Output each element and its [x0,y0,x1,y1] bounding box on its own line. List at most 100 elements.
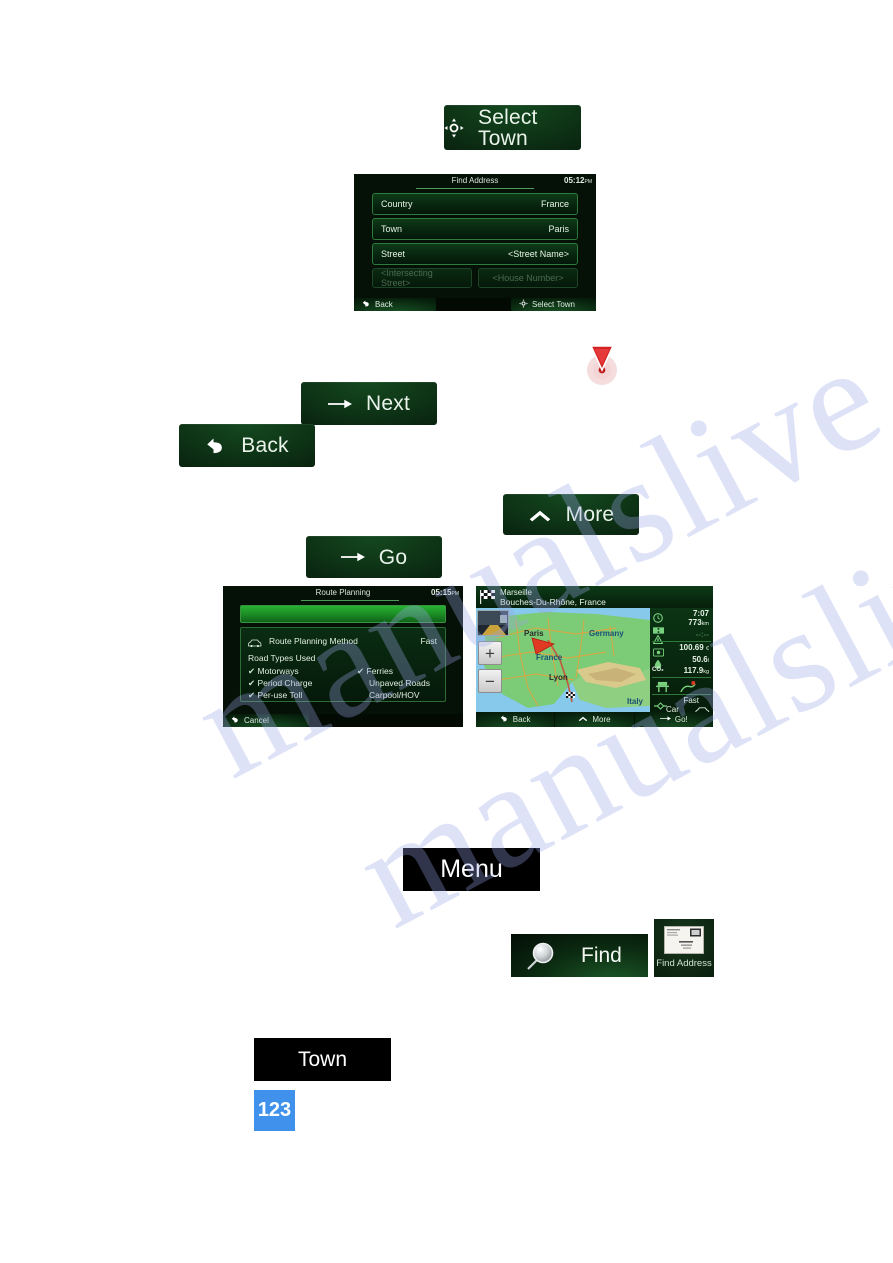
title-rule [416,188,534,189]
row-town-value: Paris [548,224,569,234]
page-number-value: 123 [257,1099,292,1121]
stat-fuel: 50.6l [692,655,709,664]
arrow-right-icon [340,550,365,564]
route-planning-bottom-bar: Cancel [223,714,463,727]
find-address-tile-button[interactable]: Find Address [654,919,714,977]
stat-cost-value: 100.69 [679,643,704,652]
car-icon [247,635,262,653]
page-number: 123 [254,1090,295,1131]
road-type-label: Unpaved Roads [369,678,430,688]
town-label: Town [297,1047,348,1071]
check-icon: ✔ [248,678,256,688]
route-options-panel: Route Planning Method Fast Road Types Us… [240,627,446,702]
magnifier-icon [523,939,557,973]
stat-eta-value: --:-- [695,630,709,639]
find-label: Find [581,943,622,967]
row-street-value: <Street Name> [507,249,569,259]
stat-co2-unit: kg [703,669,709,675]
road-type-item[interactable]: Unpaved Roads [369,678,430,688]
co2-icon-label: CO₂ [652,667,664,673]
red-pin-marker [578,338,626,386]
clock: 05:15PM [431,588,459,597]
road-type-item[interactable]: ✔ Motorways [248,666,299,677]
row-country[interactable]: Country France [372,193,578,215]
title-rule [301,600,399,601]
svg-text:Italy: Italy [627,697,644,706]
zoom-out-button[interactable]: − [478,669,502,693]
road-type-item[interactable]: ✔ Ferries [357,666,393,677]
row-town[interactable]: Town Paris [372,218,578,240]
more-label: More [565,503,615,526]
stat-time: 7:07 [693,609,709,618]
find-address-bottom-bar: Back Select Town [354,298,596,311]
town-button[interactable]: Town [254,1038,391,1081]
go-label: Go! [674,715,688,724]
stat-fuel-value: 50.6 [692,655,708,664]
arrow-back-icon [231,715,240,726]
find-address-screen[interactable]: Find Address 05:12PM Country France Town… [354,174,596,311]
row-house-number: <House Number> [478,268,578,288]
road-type-item[interactable]: Carpool/HOV [369,690,420,700]
row-intersecting-street-value: <Intersecting Street> [381,268,433,288]
crosshair-icon [444,117,464,138]
clock-time: 05:15 [431,588,452,597]
go-button[interactable]: Go! [634,712,713,727]
clock-suffix: PM [451,591,460,597]
back-button[interactable]: Back [476,712,556,727]
road-type-label: Per-use Toll [257,690,303,700]
chevron-up-icon [578,715,588,724]
screen-title: Find Address [451,176,499,185]
clock-suffix: PM [584,179,593,185]
more-label: More [592,715,611,724]
row-intersecting-street: <Intersecting Street> [372,268,472,288]
road-type-item[interactable]: ✔ Per-use Toll [248,690,302,701]
checkered-flag-icon [480,590,496,609]
more-button[interactable]: More [555,712,635,727]
next-button[interactable]: Next [301,382,437,425]
back-label: Back [241,434,289,457]
route-planning-screen[interactable]: Route Planning 05:15PM Route Planning Me… [223,586,463,727]
find-button[interactable]: Find [511,934,648,977]
go-button[interactable]: Go [306,536,442,578]
stat-cost-unit: € [705,646,709,652]
select-town-label: Select Town [478,105,538,150]
arrow-right-icon [328,397,352,411]
stat-time-value: 7:07 [692,609,709,618]
menu-label: Menu [440,855,503,883]
check-icon: ✔ [248,666,256,676]
select-town-button[interactable]: Select Town [444,105,581,150]
svg-text:Paris: Paris [524,629,544,638]
route-planning-method-value[interactable]: Fast [420,636,437,646]
next-label: Next [366,392,410,415]
route-planning-method-label[interactable]: Route Planning Method [269,636,358,646]
cancel-button[interactable]: Cancel [223,714,309,727]
stat-eta: --:-- [696,630,709,639]
back-button[interactable]: Back [179,424,315,467]
back-label: Back [512,715,531,724]
zoom-in-button[interactable]: + [478,641,502,665]
arrow-right-icon [659,715,671,724]
menu-button[interactable]: Menu [403,848,540,891]
destination-region: Bouches-Du-Rhône, France [500,597,606,607]
divider [652,641,711,642]
poi-icon[interactable] [656,680,669,698]
more-button[interactable]: More [503,494,639,535]
select-town-button[interactable]: Select Town [511,298,596,311]
road-type-item[interactable]: ✔ Period Charge [248,678,312,689]
svg-text:France: France [536,653,563,662]
find-address-tile-label: Find Address [656,958,712,969]
map-view-toggle[interactable] [477,610,509,636]
row-country-label: Country [381,199,413,209]
check-icon: ✔ [357,666,365,676]
svg-text:Germany: Germany [589,629,624,638]
route-summary-screen[interactable]: Marseille Bouches-Du-Rhône, France Paris… [476,586,713,727]
row-street[interactable]: Street <Street Name> [372,243,578,265]
divider [652,677,711,678]
back-button[interactable]: Back [354,298,436,311]
row-street-label: Street [381,249,406,259]
stat-cost: 100.69 € [679,643,709,652]
stat-distance-value: 773 [688,618,702,627]
crosshair-icon [519,299,528,310]
screen-title: Route Planning [315,588,371,597]
road-type-label: Ferries [366,666,393,676]
